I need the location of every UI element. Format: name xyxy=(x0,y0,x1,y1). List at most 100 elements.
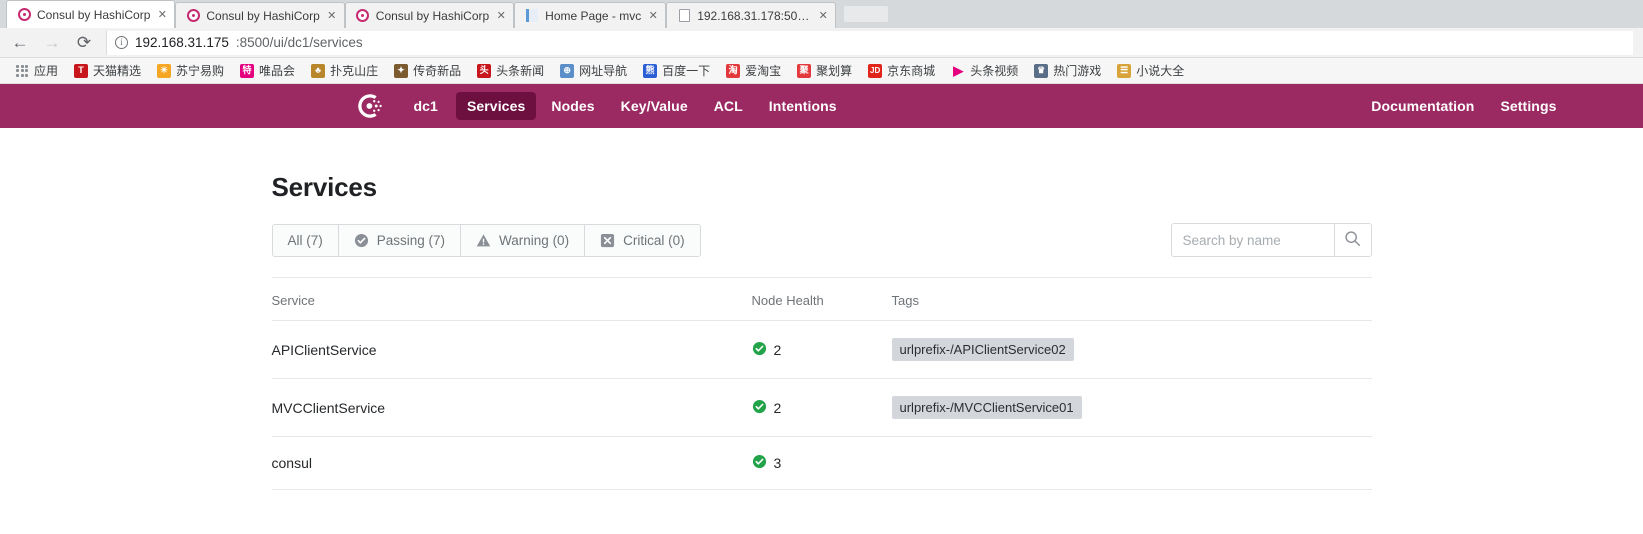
services-page: Services All (7) Passing (7) Warning (0)… xyxy=(271,172,1372,490)
site-info-icon[interactable]: i xyxy=(115,36,128,49)
node-health-cell: 3 xyxy=(751,436,892,490)
new-tab-button[interactable] xyxy=(844,6,889,22)
search-input[interactable] xyxy=(1170,223,1334,257)
health-count: 3 xyxy=(773,455,782,471)
filter-tab-critical[interactable]: Critical (0) xyxy=(585,224,700,256)
bookmark-poker[interactable]: ♣ 扑克山庄 xyxy=(304,60,385,81)
nav-item-nodes[interactable]: Nodes xyxy=(540,92,605,120)
tabstrip-empty-area xyxy=(836,0,1643,28)
bookmark-label: 头条新闻 xyxy=(496,64,545,78)
search-icon xyxy=(1344,230,1361,250)
filter-tab-passing[interactable]: Passing (7) xyxy=(338,224,462,256)
browser-tab-2[interactable]: Consul by HashiCorp ✕ xyxy=(175,2,345,28)
nav-item-settings[interactable]: Settings xyxy=(1489,92,1567,120)
poker-icon: ♣ xyxy=(311,63,326,78)
nav-item-intentions[interactable]: Intentions xyxy=(758,92,848,120)
bookmark-games[interactable]: ♛ 热门游戏 xyxy=(1027,60,1108,81)
bookmark-baidu[interactable]: 熊 百度一下 xyxy=(636,60,717,81)
search-area xyxy=(1170,223,1372,257)
toutiao-icon: 头 xyxy=(477,63,492,78)
browser-tab-3[interactable]: Consul by HashiCorp ✕ xyxy=(344,2,515,28)
bookmark-vip[interactable]: 特 唯品会 xyxy=(233,60,302,81)
bookmark-novels[interactable]: ☰ 小说大全 xyxy=(1110,60,1191,81)
forward-icon[interactable]: → xyxy=(42,33,62,53)
column-header-service: Service xyxy=(271,278,752,321)
nav-item-acl[interactable]: ACL xyxy=(703,92,754,120)
vip-icon: 特 xyxy=(240,63,255,78)
bookmark-label: 百度一下 xyxy=(662,64,711,78)
datacenter-selector[interactable]: dc1 xyxy=(403,92,452,120)
tab-close-icon[interactable]: ✕ xyxy=(647,10,659,22)
page-title: Services xyxy=(271,172,378,202)
consul-navbar: dc1 Services Nodes Key/Value ACL Intenti… xyxy=(0,84,1643,128)
services-table: Service Node Health Tags APIClientServic… xyxy=(271,278,1372,490)
filter-tab-all[interactable]: All (7) xyxy=(272,224,339,256)
game-icon: ♛ xyxy=(1034,63,1049,78)
bookmark-label: 唯品会 xyxy=(259,64,296,78)
consul-favicon-icon xyxy=(186,9,200,23)
back-icon[interactable]: ← xyxy=(10,33,30,53)
filter-tab-warning[interactable]: Warning (0) xyxy=(461,224,586,256)
bookmark-label: 传奇新品 xyxy=(413,64,462,78)
play-icon: ▶ xyxy=(953,63,964,78)
bookmark-legend[interactable]: ✦ 传奇新品 xyxy=(387,60,468,81)
service-name-cell[interactable]: consul xyxy=(271,436,752,490)
table-row[interactable]: APIClientService 2 urlprefix-/APIClientS… xyxy=(271,320,1372,379)
tab-close-icon[interactable]: ✕ xyxy=(156,9,168,21)
url-path: :8500/ui/dc1/services xyxy=(235,35,363,50)
x-square-icon xyxy=(600,233,615,248)
service-tag: urlprefix-/MVCClientService01 xyxy=(891,396,1082,419)
nav-item-services[interactable]: Services xyxy=(455,92,537,120)
browser-tab-1[interactable]: Consul by HashiCorp ✕ xyxy=(6,0,176,28)
bookmark-toutiao-video[interactable]: ▶ 头条视频 xyxy=(944,60,1025,81)
filter-label: Passing (7) xyxy=(376,232,446,248)
tab-close-icon[interactable]: ✕ xyxy=(817,10,829,22)
browser-tab-4[interactable]: Home Page - mvc ✕ xyxy=(514,2,667,28)
bookmark-nav[interactable]: ⊕ 网址导航 xyxy=(553,60,634,81)
bookmark-taobao[interactable]: 淘 爱淘宝 xyxy=(719,60,788,81)
search-button[interactable] xyxy=(1333,223,1372,257)
check-circle-icon xyxy=(354,233,369,248)
nav-item-documentation[interactable]: Documentation xyxy=(1360,92,1485,120)
bookmark-label: 扑克山庄 xyxy=(330,64,379,78)
bookmark-label: 热门游戏 xyxy=(1053,64,1102,78)
bookmark-tmall[interactable]: T 天猫精选 xyxy=(67,60,148,81)
bookmark-label: 京东商城 xyxy=(887,64,936,78)
apps-grid-icon xyxy=(15,64,29,78)
service-name-cell[interactable]: APIClientService xyxy=(271,320,752,379)
bookmark-juhuasuan[interactable]: 聚 聚划算 xyxy=(790,60,859,81)
table-header-row: Service Node Health Tags xyxy=(271,278,1372,321)
service-name-cell[interactable]: MVCClientService xyxy=(271,378,752,437)
bookmark-toutiao-news[interactable]: 头 头条新闻 xyxy=(470,60,551,81)
baidu-icon: 熊 xyxy=(643,63,658,78)
service-tag: urlprefix-/APIClientService02 xyxy=(891,338,1074,361)
column-header-tags: Tags xyxy=(891,278,1372,321)
nav-item-key-value[interactable]: Key/Value xyxy=(610,92,699,120)
browser-toolbar: ← → ⟳ i 192.168.31.175:8500/ui/dc1/servi… xyxy=(0,28,1643,58)
page-body: Services All (7) Passing (7) Warning (0)… xyxy=(0,128,1643,490)
consul-logo-icon[interactable] xyxy=(355,91,385,121)
bookmark-label: 天猫精选 xyxy=(93,64,142,78)
node-health-cell: 2 xyxy=(751,378,892,437)
browser-tab-5[interactable]: 192.168.31.178:5001/a ✕ xyxy=(666,2,837,28)
table-row[interactable]: consul 3 xyxy=(271,436,1372,490)
filter-label: Warning (0) xyxy=(499,232,570,248)
tab-close-icon[interactable]: ✕ xyxy=(326,10,338,22)
tab-close-icon[interactable]: ✕ xyxy=(495,10,507,22)
taobao-icon: 淘 xyxy=(726,63,741,78)
tmall-icon: T xyxy=(74,63,89,78)
table-body: APIClientService 2 urlprefix-/APIClientS… xyxy=(271,320,1372,490)
suning-icon: ☀ xyxy=(157,63,172,78)
bookmark-suning[interactable]: ☀ 苏宁易购 xyxy=(150,60,231,81)
bookmark-apps[interactable]: 应用 xyxy=(8,60,65,81)
tab-title: Home Page - mvc xyxy=(545,8,642,23)
address-bar[interactable]: i 192.168.31.175:8500/ui/dc1/services xyxy=(106,30,1633,55)
tab-title: Consul by HashiCorp xyxy=(375,8,490,23)
bookmark-jd[interactable]: JD 京东商城 xyxy=(861,60,942,81)
bookmark-label: 聚划算 xyxy=(816,64,853,78)
table-row[interactable]: MVCClientService 2 urlprefix-/MVCClientS… xyxy=(271,378,1372,437)
consul-favicon-icon xyxy=(356,9,370,23)
passing-check-icon xyxy=(752,341,767,359)
tags-cell: urlprefix-/MVCClientService01 xyxy=(891,378,1372,437)
reload-icon[interactable]: ⟳ xyxy=(74,33,94,53)
